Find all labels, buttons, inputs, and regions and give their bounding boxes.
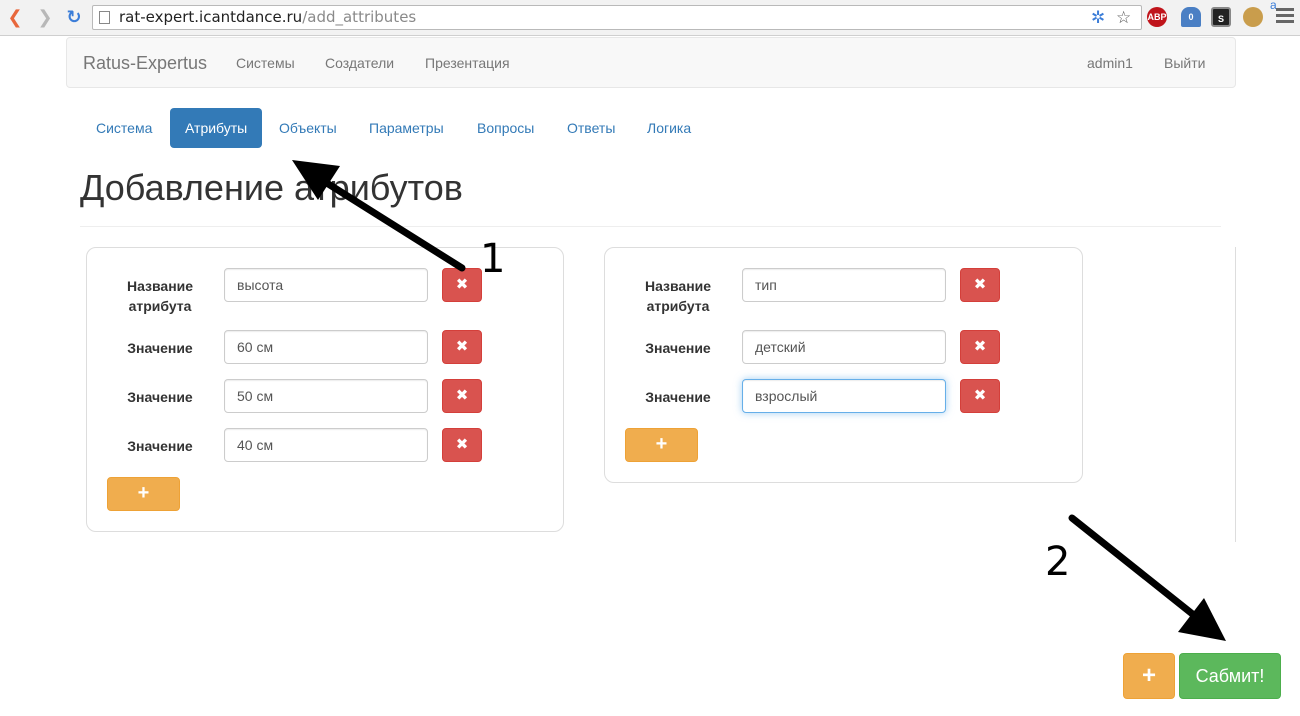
arrow-2-shaft — [1068, 514, 1204, 624]
annotation-2: 2 — [1045, 539, 1071, 585]
annotation-arrows — [292, 160, 1226, 641]
annotation-1: 1 — [480, 236, 506, 282]
arrow-1-shaft — [318, 176, 466, 272]
arrow-1-head — [292, 160, 340, 200]
